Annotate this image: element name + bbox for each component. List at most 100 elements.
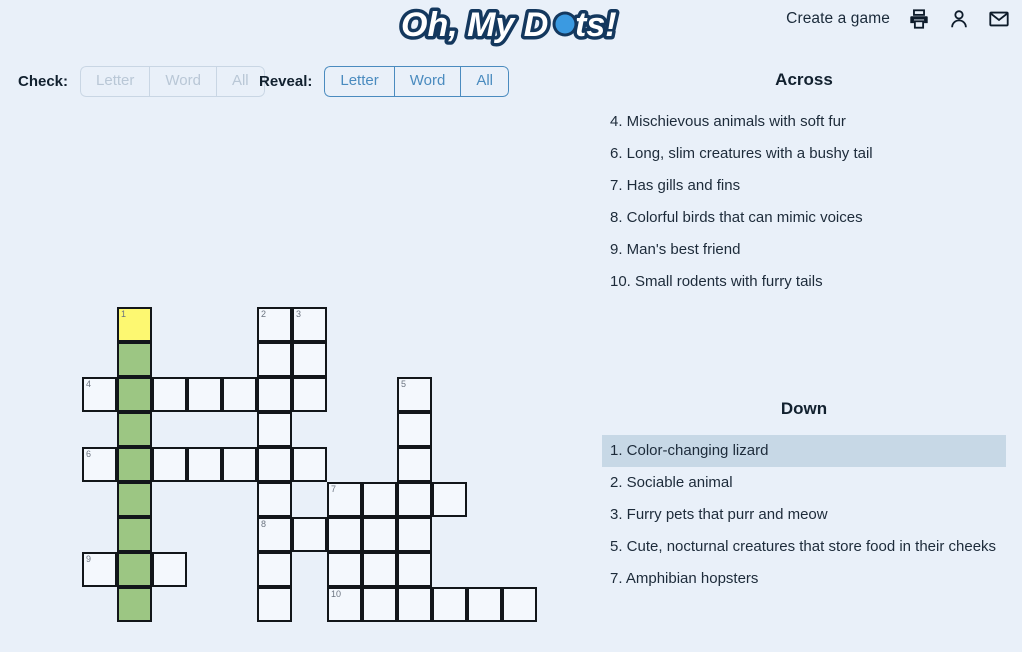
grid-cell[interactable]: 6 [82, 447, 117, 482]
cell-number: 1 [121, 309, 127, 319]
create-game-link[interactable]: Create a game [786, 10, 890, 28]
grid-cell[interactable] [117, 587, 152, 622]
across-clue-4[interactable]: 4. Mischievous animals with soft fur [602, 106, 1006, 138]
grid-cell[interactable] [292, 447, 327, 482]
reveal-all-button[interactable]: All [460, 66, 509, 97]
grid-cell[interactable]: 10 [327, 587, 362, 622]
grid-cell[interactable] [432, 482, 467, 517]
grid-cell[interactable] [397, 552, 432, 587]
grid-cell[interactable] [257, 412, 292, 447]
grid-cell[interactable] [117, 517, 152, 552]
grid-cell[interactable] [117, 377, 152, 412]
grid-cell[interactable] [257, 552, 292, 587]
user-icon[interactable] [948, 8, 970, 30]
across-clues-panel: Across 4. Mischievous animals with soft … [602, 70, 1006, 298]
grid-cell[interactable] [257, 482, 292, 517]
grid-cell[interactable] [362, 517, 397, 552]
grid-cell[interactable] [397, 412, 432, 447]
grid-cell[interactable] [362, 552, 397, 587]
grid-cell[interactable] [467, 587, 502, 622]
grid-cell[interactable]: 5 [397, 377, 432, 412]
grid-cell[interactable] [152, 552, 187, 587]
grid-cell[interactable] [257, 587, 292, 622]
mail-icon[interactable] [988, 8, 1010, 30]
check-button-group: Letter Word All [80, 66, 265, 97]
app-header: Oh, My D Oh, My D ts! ts! Create a game [0, 0, 1022, 50]
cell-number: 2 [261, 309, 267, 319]
check-label: Check: [18, 73, 69, 90]
cell-number: 7 [331, 484, 337, 494]
grid-cell[interactable] [222, 377, 257, 412]
across-heading: Across [775, 70, 833, 89]
grid-cell[interactable] [292, 342, 327, 377]
cell-number: 5 [401, 379, 407, 389]
grid-cell[interactable] [362, 587, 397, 622]
grid-cell[interactable] [117, 412, 152, 447]
down-clue-3[interactable]: 3. Furry pets that purr and meow [602, 499, 1006, 531]
cell-number: 6 [86, 449, 92, 459]
across-clue-10[interactable]: 10. Small rodents with furry tails [602, 266, 1006, 298]
cell-number: 10 [331, 589, 342, 599]
reveal-label: Reveal: [259, 73, 313, 90]
across-clue-7[interactable]: 7. Has gills and fins [602, 170, 1006, 202]
reveal-word-button[interactable]: Word [393, 66, 461, 97]
reveal-button-group: Letter Word All [324, 66, 509, 97]
cell-number: 3 [296, 309, 302, 319]
grid-cell[interactable] [187, 377, 222, 412]
grid-cell[interactable] [187, 447, 222, 482]
down-clue-5[interactable]: 5. Cute, nocturnal creatures that store … [602, 531, 1006, 563]
crossword-page: Oh, My D Oh, My D ts! ts! Create a game [0, 0, 1022, 652]
puzzle-toolbar: Check: Letter Word All Reveal: Letter Wo… [0, 58, 560, 104]
reveal-letter-button[interactable]: Letter [324, 66, 394, 97]
across-clue-list: 4. Mischievous animals with soft fur 6. L… [602, 106, 1006, 298]
grid-cell[interactable] [397, 587, 432, 622]
grid-cell[interactable]: 7 [327, 482, 362, 517]
down-clue-7[interactable]: 7. Amphibian hopsters [602, 563, 1006, 595]
across-clue-9[interactable]: 9. Man's best friend [602, 234, 1006, 266]
check-letter-button[interactable]: Letter [80, 66, 150, 97]
check-group: Check: Letter Word All [18, 66, 265, 97]
grid-cell[interactable] [327, 552, 362, 587]
grid-cell[interactable] [292, 517, 327, 552]
grid-cell[interactable] [257, 342, 292, 377]
grid-cell[interactable] [117, 342, 152, 377]
grid-cell[interactable] [502, 587, 537, 622]
grid-cell[interactable]: 3 [292, 307, 327, 342]
grid-cell[interactable] [117, 447, 152, 482]
cell-number: 8 [261, 519, 267, 529]
header-actions: Create a game [786, 8, 1010, 30]
grid-cell[interactable]: 9 [82, 552, 117, 587]
app-logo[interactable]: Oh, My D Oh, My D ts! ts! [398, 2, 628, 48]
down-heading: Down [780, 399, 828, 418]
svg-text:Oh, My D: Oh, My D [401, 6, 548, 44]
grid-cell[interactable] [117, 552, 152, 587]
across-clue-6[interactable]: 6. Long, slim creatures with a bushy tai… [602, 138, 1006, 170]
grid-cell[interactable] [397, 517, 432, 552]
logo-dot-icon [555, 14, 575, 34]
check-all-button[interactable]: All [215, 66, 265, 97]
grid-cell[interactable] [257, 447, 292, 482]
down-clues-panel: Down 1. Color-changing lizard 2. Sociable… [602, 399, 1006, 595]
grid-cell[interactable] [257, 377, 292, 412]
down-clue-1[interactable]: 1. Color-changing lizard [602, 435, 1006, 467]
print-icon[interactable] [908, 8, 930, 30]
across-clue-8[interactable]: 8. Colorful birds that can mimic voices [602, 202, 1006, 234]
grid-cell[interactable] [327, 517, 362, 552]
check-word-button[interactable]: Word [149, 66, 216, 97]
grid-cell[interactable]: 8 [257, 517, 292, 552]
down-clue-list: 1. Color-changing lizard 2. Sociable anim… [602, 435, 1006, 595]
grid-cell[interactable] [292, 377, 327, 412]
grid-cell[interactable] [397, 447, 432, 482]
grid-cell[interactable]: 4 [82, 377, 117, 412]
grid-cell[interactable] [152, 377, 187, 412]
grid-cell[interactable]: 2 [257, 307, 292, 342]
grid-cell[interactable] [362, 482, 397, 517]
grid-cell[interactable] [432, 587, 467, 622]
grid-cell[interactable] [152, 447, 187, 482]
grid-cell[interactable] [222, 447, 257, 482]
reveal-group: Reveal: Letter Word All [259, 66, 509, 97]
grid-cell[interactable] [397, 482, 432, 517]
grid-cell[interactable] [117, 482, 152, 517]
down-clue-2[interactable]: 2. Sociable animal [602, 467, 1006, 499]
grid-cell[interactable]: 1 [117, 307, 152, 342]
